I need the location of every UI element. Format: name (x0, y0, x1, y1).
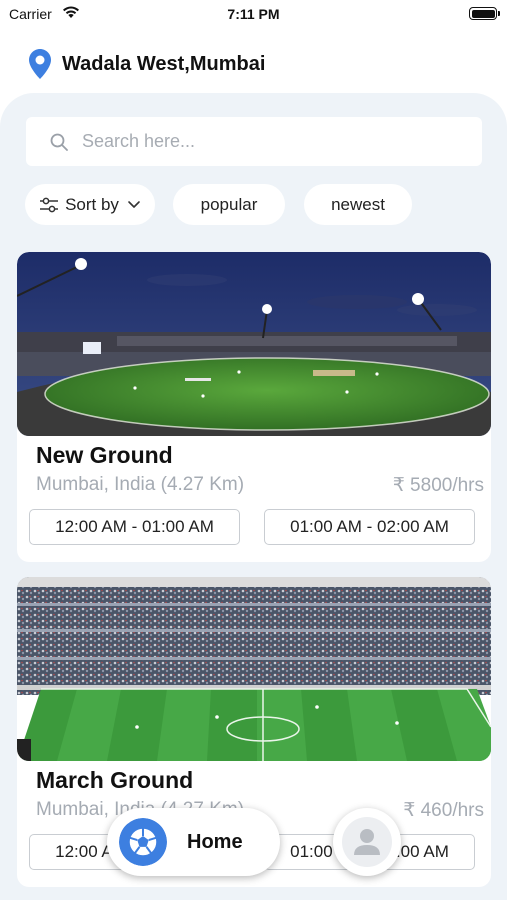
search-icon (50, 133, 68, 151)
home-label: Home (187, 830, 243, 853)
newest-label: newest (331, 194, 385, 214)
popular-label: popular (200, 194, 258, 214)
ground-name: March Ground (36, 767, 194, 793)
filter-popular-button[interactable]: popular (173, 184, 285, 225)
battery-icon (469, 7, 500, 20)
profile-button[interactable] (333, 808, 401, 876)
filter-newest-button[interactable]: newest (304, 184, 412, 225)
ground-card[interactable]: New Ground Mumbai, India (4.27 Km) ₹ 580… (17, 252, 491, 562)
ground-name: New Ground (36, 442, 173, 468)
ground-price: ₹ 5800/hrs (392, 475, 484, 496)
sort-by-label: Sort by (65, 194, 119, 214)
chevron-down-icon (128, 200, 140, 208)
user-avatar-icon (342, 817, 392, 867)
map-pin-icon (29, 49, 51, 79)
status-bar: Carrier 7:11 PM (0, 0, 507, 30)
sliders-icon (40, 197, 59, 212)
soccer-ball-icon (119, 818, 167, 866)
ground-address: Mumbai, India (4.27 Km) (36, 474, 245, 495)
time-slot-button[interactable]: 12:00 AM - 01:00 AM (29, 509, 240, 545)
search-input[interactable] (82, 131, 442, 152)
home-tab-button[interactable]: Home (107, 808, 280, 876)
ground-photo-cricket-stadium (17, 252, 491, 436)
time-slot-button[interactable]: 01:00 AM - 02:00 AM (264, 509, 475, 545)
ground-price: ₹ 460/hrs (403, 800, 484, 821)
search-bar[interactable] (26, 117, 482, 166)
ground-photo-football-stadium (17, 577, 491, 761)
location-header[interactable]: Wadala West,Mumbai (28, 48, 265, 80)
location-text: Wadala West,Mumbai (62, 52, 266, 75)
sort-by-button[interactable]: Sort by (25, 184, 155, 225)
clock: 7:11 PM (227, 6, 280, 22)
